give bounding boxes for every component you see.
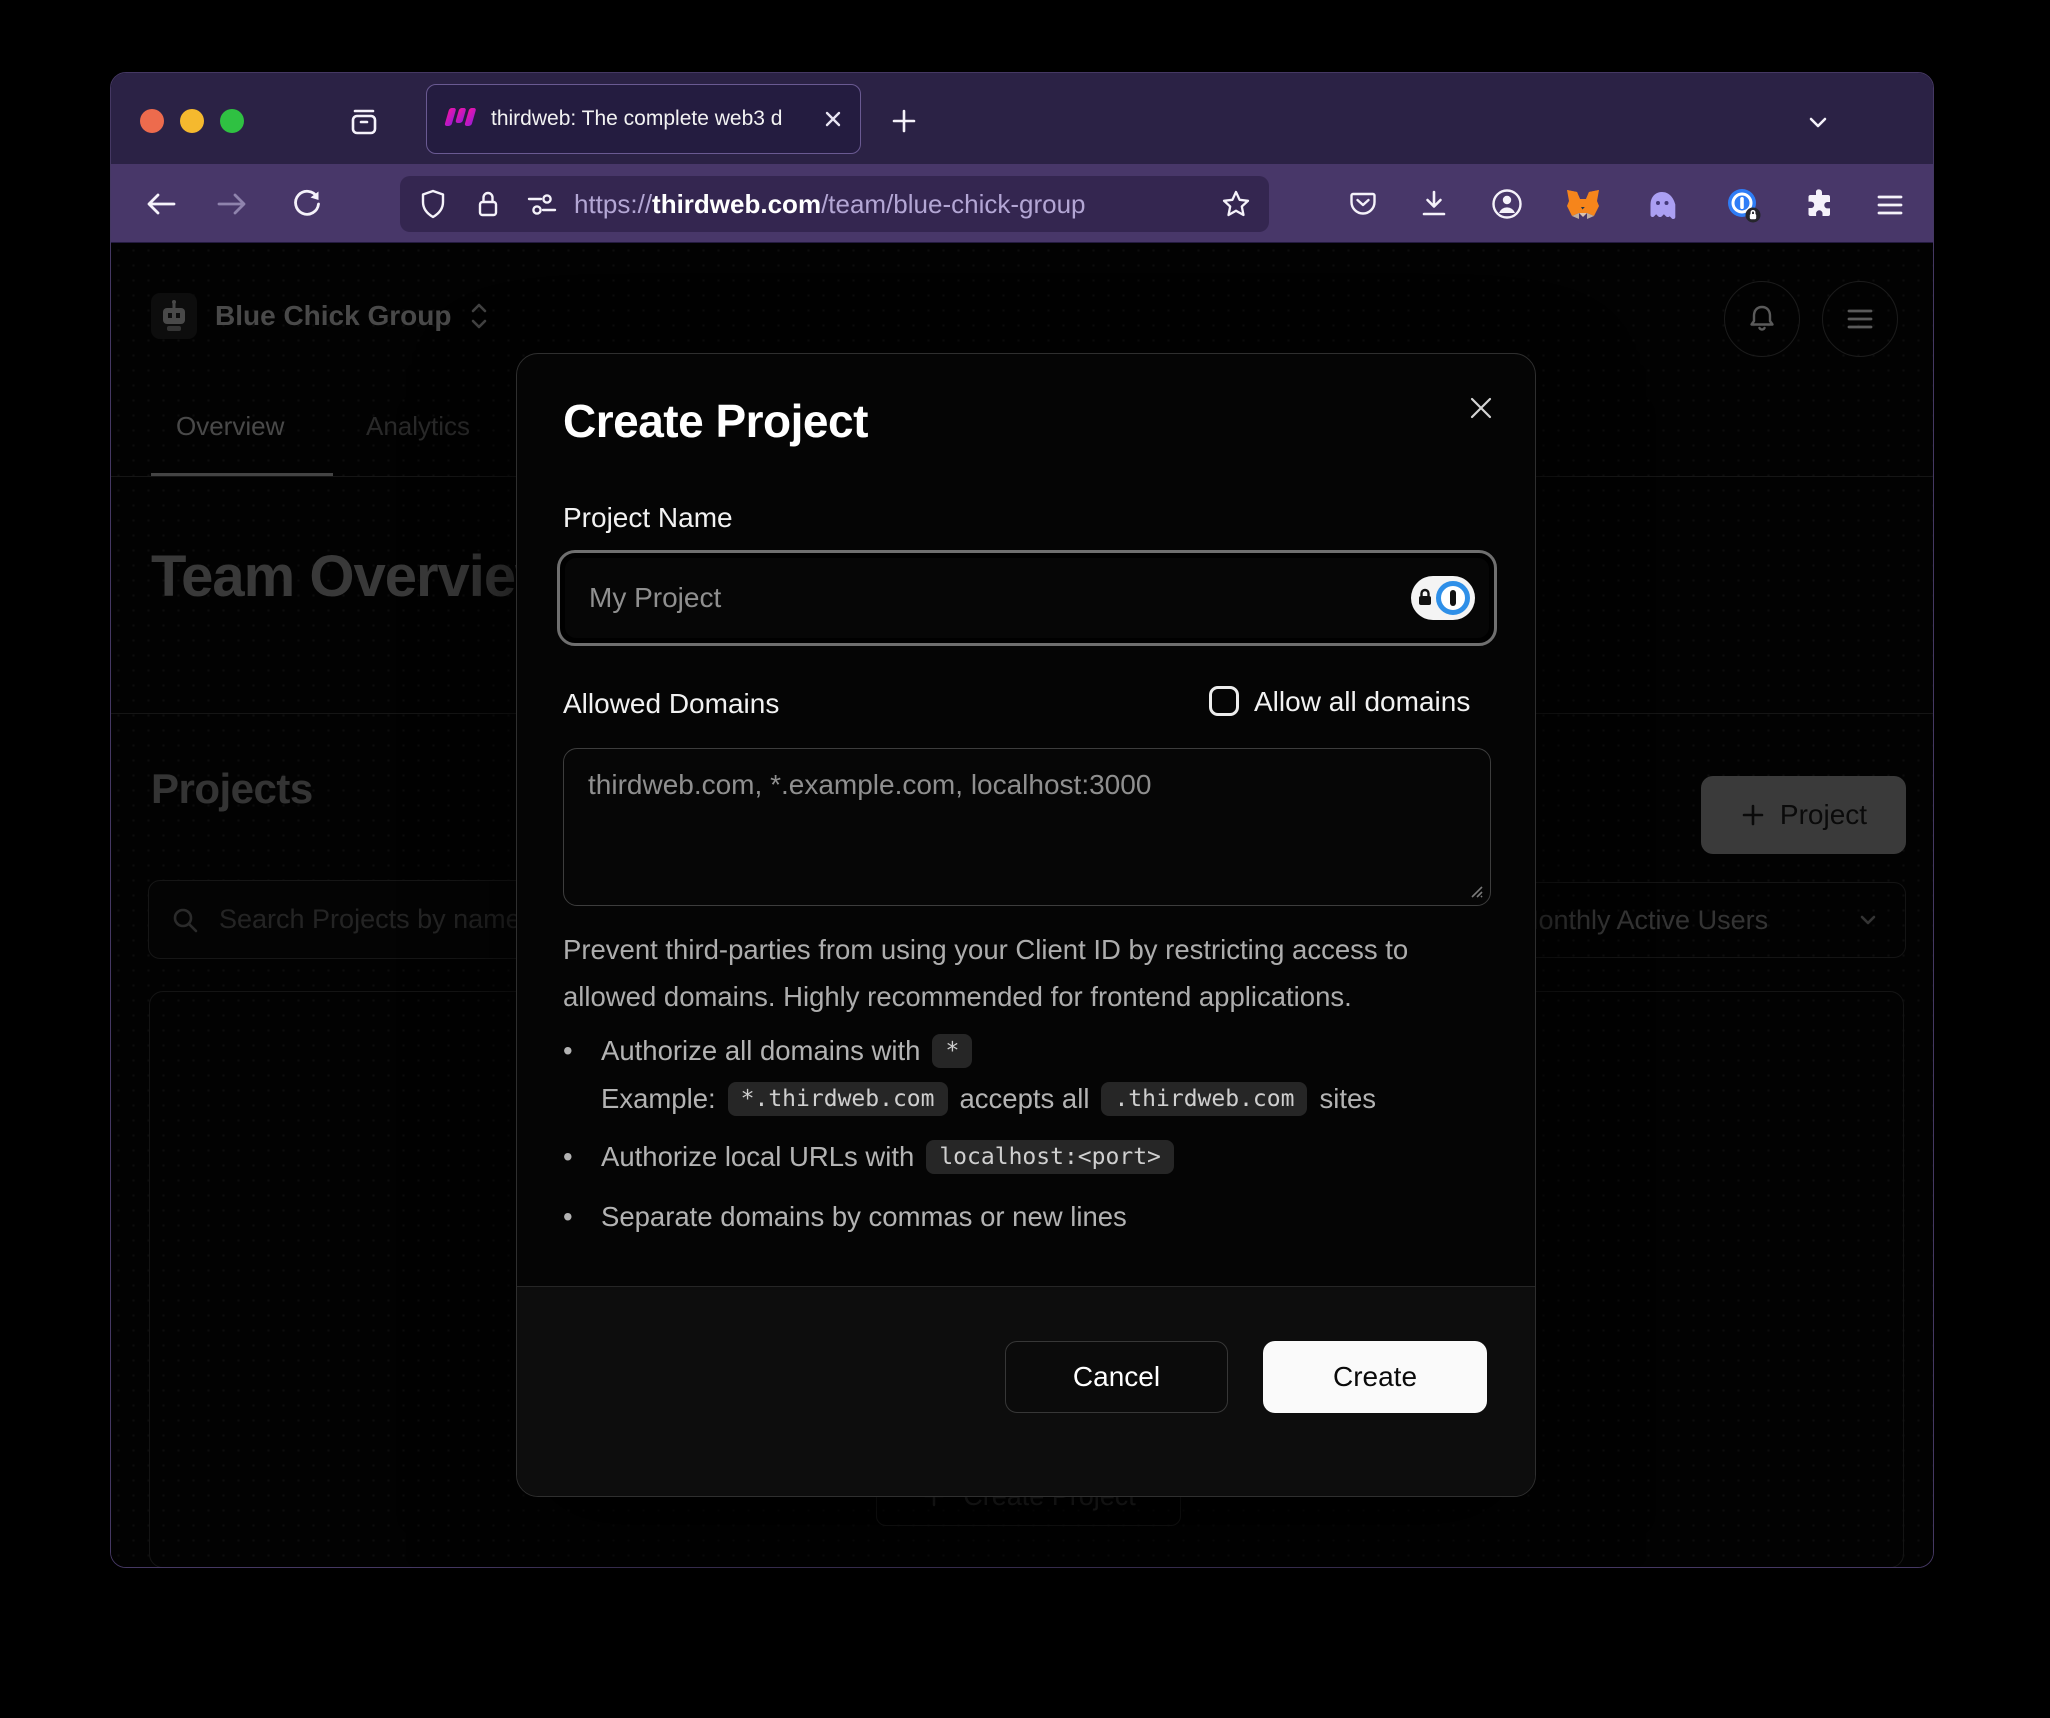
back-icon[interactable] [142, 186, 180, 222]
example-mid-text: accepts all [960, 1083, 1090, 1115]
tab-list-chevron-icon[interactable] [1799, 104, 1837, 140]
downloads-icon[interactable] [1415, 186, 1453, 222]
account-icon[interactable] [1488, 185, 1526, 223]
allowed-domains-field [563, 748, 1491, 906]
url-text: https://thirdweb.com/team/blue-chick-gro… [574, 189, 1086, 220]
modal-footer: Cancel Create [517, 1286, 1535, 1496]
bullet-dot: • [563, 1201, 589, 1233]
example-code-1: *.thirdweb.com [728, 1082, 948, 1116]
browser-tab[interactable]: thirdweb: The complete web3 d [426, 84, 861, 154]
allow-all-domains-checkbox[interactable] [1209, 686, 1239, 716]
url-domain: thirdweb.com [652, 189, 821, 219]
wildcard-code-chip: * [932, 1034, 972, 1068]
metamask-icon[interactable] [1563, 186, 1603, 224]
connection-lock-icon[interactable] [474, 188, 502, 220]
url-path: /team/blue-chick-group [821, 189, 1085, 219]
example-prefix: Example: [601, 1083, 716, 1115]
bullet-authorize-all-text: Authorize all domains with [601, 1035, 920, 1067]
onepassword-icon[interactable] [1723, 185, 1763, 225]
project-name-input[interactable] [565, 582, 1411, 614]
forward-icon[interactable] [213, 186, 251, 222]
window-minimize-button[interactable] [180, 109, 204, 133]
bullet-dot: • [563, 1141, 589, 1173]
sidebar-icon[interactable] [346, 103, 382, 139]
screenshot-stage: thirdweb: The complete web3 d [0, 0, 2050, 1718]
bullet-authorize-all: • Authorize all domains with * [563, 1030, 1483, 1072]
project-name-field [557, 550, 1497, 646]
onepassword-autofill-button[interactable] [1411, 576, 1475, 620]
thirdweb-favicon-icon [443, 106, 479, 132]
tab-close-icon[interactable] [822, 108, 844, 130]
bullet-separate-domains-text: Separate domains by commas or new lines [601, 1201, 1127, 1233]
modal-title: Create Project [563, 394, 868, 448]
domains-bullet-list: • Authorize all domains with * Example: … [563, 1030, 1483, 1238]
url-scheme: https:// [574, 189, 652, 219]
menu-hamburger-icon[interactable] [1871, 187, 1909, 223]
create-button[interactable]: Create [1263, 1341, 1487, 1413]
tab-title: thirdweb: The complete web3 d [491, 107, 812, 131]
tracking-protection-shield-icon[interactable] [418, 188, 448, 220]
bullet-dot: • [563, 1035, 589, 1067]
bullet-local-urls-text: Authorize local URLs with [601, 1141, 914, 1173]
window-close-button[interactable] [140, 109, 164, 133]
cancel-button[interactable]: Cancel [1005, 1341, 1228, 1413]
domains-help-text: Prevent third-parties from using your Cl… [563, 926, 1479, 1020]
modal-close-icon[interactable] [1463, 390, 1499, 426]
localhost-code-chip: localhost:<port> [926, 1140, 1174, 1174]
reload-icon[interactable] [288, 185, 326, 223]
allowed-domains-label: Allowed Domains [563, 688, 779, 720]
allow-all-domains-label: Allow all domains [1254, 686, 1470, 718]
window-zoom-button[interactable] [220, 109, 244, 133]
bullet-separate-domains: • Separate domains by commas or new line… [563, 1196, 1483, 1238]
project-name-label: Project Name [563, 502, 733, 534]
bullet-example-row: Example: *.thirdweb.com accepts all .thi… [563, 1078, 1483, 1120]
new-tab-icon[interactable] [886, 103, 922, 139]
onepassword-ring-icon [1436, 581, 1470, 615]
permissions-icon[interactable] [526, 189, 558, 219]
bullet-local-urls: • Authorize local URLs with localhost:<p… [563, 1136, 1483, 1178]
url-bar[interactable]: https://thirdweb.com/team/blue-chick-gro… [400, 176, 1269, 232]
browser-toolbar: https://thirdweb.com/team/blue-chick-gro… [111, 164, 1933, 243]
extensions-puzzle-icon[interactable] [1800, 186, 1838, 222]
allowed-domains-textarea[interactable] [564, 749, 1490, 905]
bookmark-star-icon[interactable] [1221, 189, 1251, 219]
create-project-modal: Create Project Project Name Allowed Doma… [516, 353, 1536, 1497]
example-suffix: sites [1319, 1083, 1376, 1115]
pocket-icon[interactable] [1344, 186, 1382, 222]
browser-tab-bar: thirdweb: The complete web3 d [111, 73, 1933, 164]
textarea-resize-handle[interactable] [1466, 881, 1484, 899]
example-code-2: .thirdweb.com [1101, 1082, 1307, 1116]
phantom-icon[interactable] [1643, 187, 1681, 223]
